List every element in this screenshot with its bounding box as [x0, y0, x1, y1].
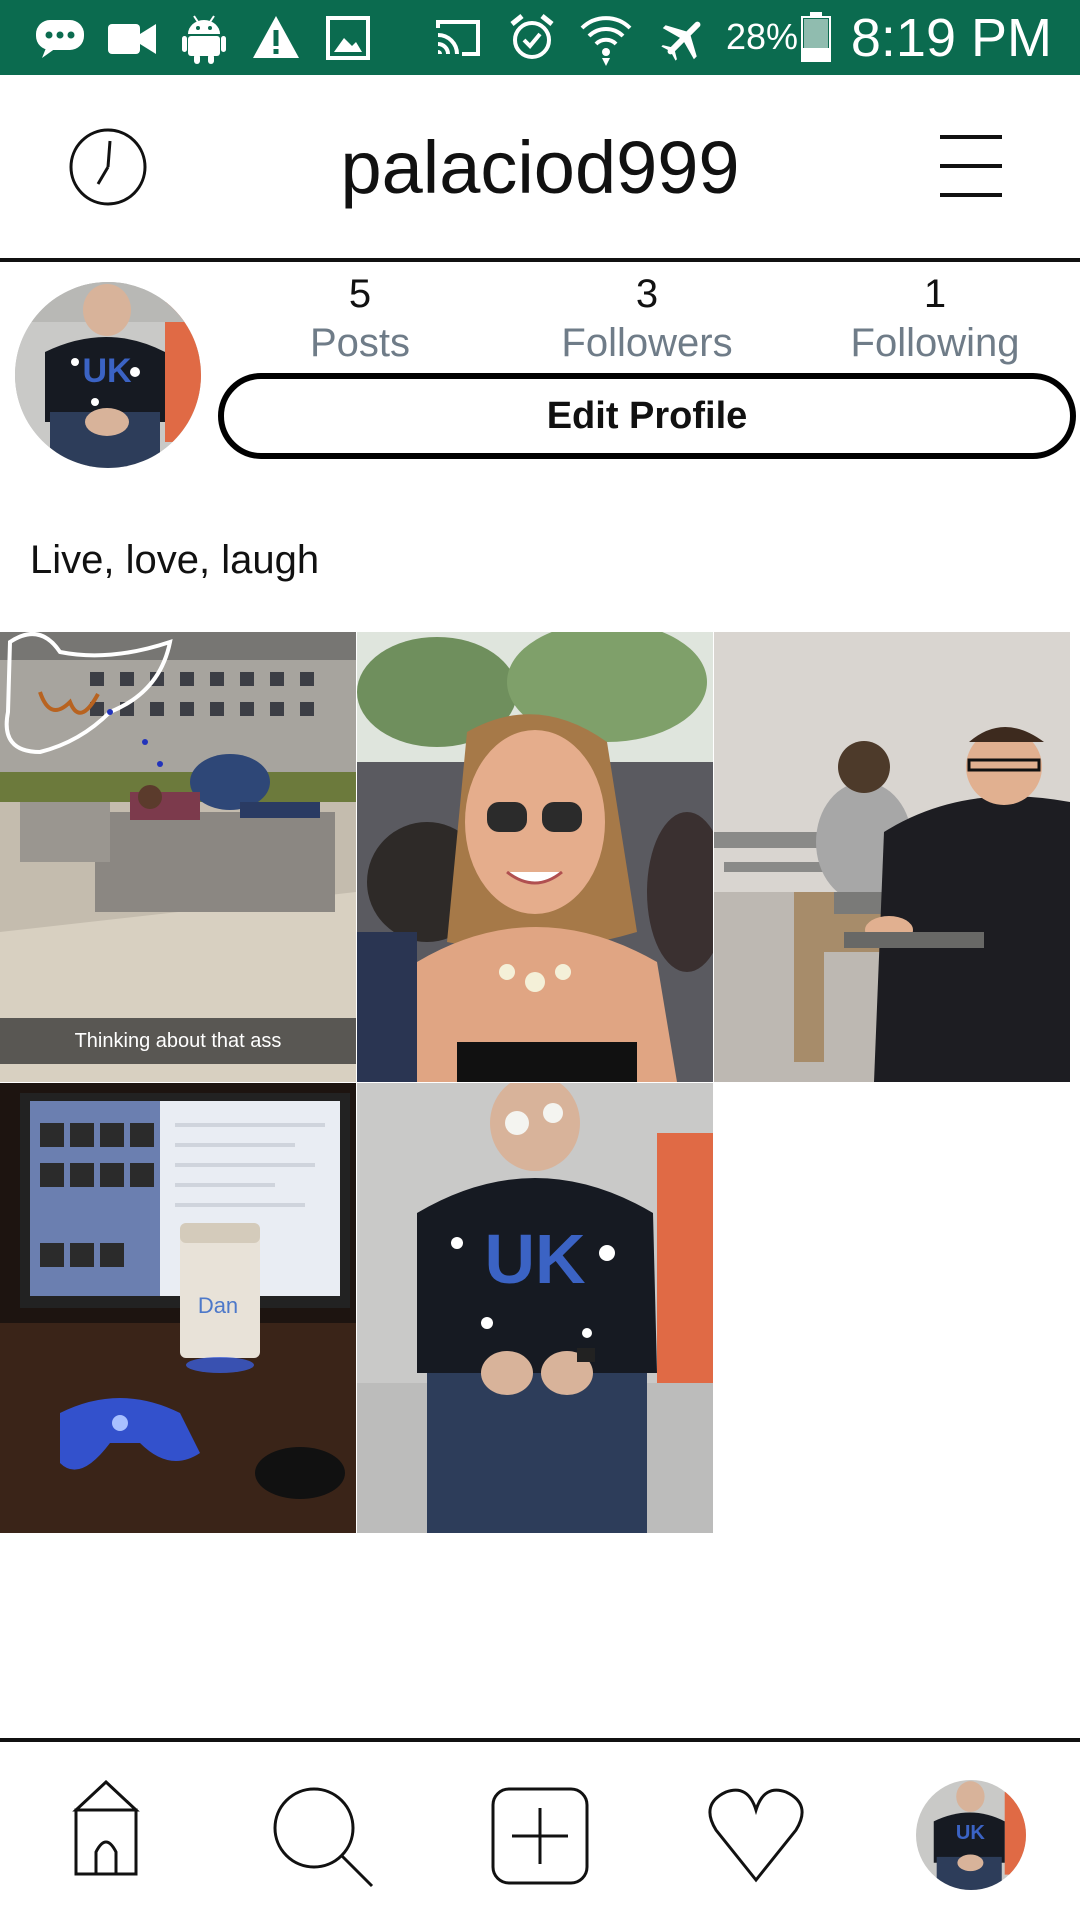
profile-avatar-icon: UK — [916, 1780, 1026, 1890]
android-icon — [182, 15, 226, 64]
status-time: 8:19 PM — [850, 8, 1052, 68]
menu-button[interactable] — [938, 133, 1004, 204]
svg-text:UK: UK — [82, 352, 132, 390]
following-count: 1 — [923, 272, 947, 316]
status-bar: 28% 8:19 PM — [0, 0, 1080, 75]
post-caption: Thinking about that ass — [0, 1018, 356, 1064]
heart-icon — [708, 1788, 804, 1883]
nav-new-post[interactable] — [490, 1786, 590, 1891]
svg-text:UK: UK — [956, 1822, 986, 1844]
profile-header: palaciod999 — [0, 75, 1080, 260]
battery-icon — [801, 12, 831, 62]
profile-avatar[interactable]: UK — [15, 282, 201, 468]
header-divider — [0, 258, 1080, 262]
nav-activity[interactable] — [706, 1784, 806, 1889]
wifi-icon — [580, 16, 632, 66]
post-thumbnail[interactable] — [357, 632, 713, 1082]
warning-icon — [253, 16, 299, 58]
add-post-icon — [491, 1787, 589, 1885]
search-icon — [273, 1787, 374, 1888]
image-icon — [326, 16, 370, 60]
post-thumbnail[interactable]: UK — [357, 1083, 713, 1533]
post-thumbnail[interactable]: Thinking about that ass — [0, 632, 356, 1082]
profile-bio: Live, love, laugh — [30, 538, 320, 582]
edit-profile-button[interactable]: Edit Profile — [218, 373, 1076, 459]
nav-divider — [0, 1738, 1080, 1742]
followers-count: 3 — [635, 272, 659, 316]
post-thumbnail[interactable] — [714, 632, 1070, 1082]
nav-profile[interactable]: UK — [916, 1780, 1026, 1890]
posts-label: Posts — [309, 321, 411, 365]
followers-label: Followers — [561, 321, 733, 365]
page-title: palaciod999 — [340, 126, 740, 209]
followers-stat[interactable]: 3 Followers — [527, 270, 767, 368]
nav-home[interactable] — [68, 1779, 144, 1887]
cast-icon — [436, 20, 480, 56]
photo-person-lying-on-stone-bench — [0, 632, 356, 1082]
svg-text:UK: UK — [484, 1220, 585, 1298]
photo-computer-desk-with-cup-and-controller: Dan — [0, 1083, 356, 1533]
battery-percent: 28% — [726, 16, 799, 57]
photo-two-men-in-classroom — [714, 632, 1070, 1082]
video-icon — [108, 24, 156, 54]
following-stat[interactable]: 1 Following — [815, 270, 1055, 368]
message-icon — [36, 20, 84, 58]
airplane-icon — [661, 21, 701, 61]
posts-stat[interactable]: 5 Posts — [240, 270, 480, 368]
post-thumbnail[interactable]: Dan — [0, 1083, 356, 1533]
posts-count: 5 — [348, 272, 372, 316]
cup-label: Dan — [198, 1293, 238, 1318]
photo-woman-with-sunglasses-selfie — [357, 632, 713, 1082]
nav-search[interactable] — [272, 1786, 376, 1895]
alarm-icon — [510, 14, 554, 59]
photo-man-in-uk-hoodie-covered-in-cream: UK — [357, 1083, 713, 1533]
home-icon — [72, 1779, 140, 1876]
menu-icon — [940, 135, 1002, 197]
following-label: Following — [850, 321, 1020, 365]
